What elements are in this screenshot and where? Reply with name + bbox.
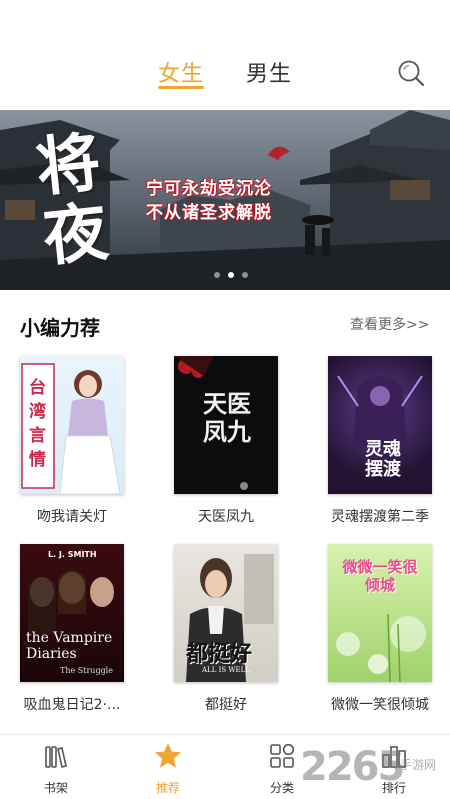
- search-icon: [398, 60, 425, 87]
- bookshelf-icon: [45, 746, 67, 768]
- nav-label: 推荐: [155, 781, 180, 795]
- category-grid-icon: [270, 743, 295, 768]
- book-title: 吸血鬼日记2·...: [23, 697, 121, 713]
- nav-recommend[interactable]: 推荐: [138, 741, 198, 796]
- tab-male[interactable]: 男生: [246, 56, 292, 88]
- cover-subtitle: The Struggle: [60, 666, 113, 675]
- cover-text: 微微一笑很倾城: [342, 558, 418, 594]
- see-more-link[interactable]: 查看更多>>: [350, 314, 429, 334]
- cover-text: 都挺好: [186, 641, 253, 667]
- cover-text: the Vampire Diaries: [26, 630, 113, 662]
- book-title: 都挺好: [205, 697, 247, 713]
- banner-tagline-2: 不从诸圣求解脱: [146, 203, 272, 223]
- cover-text: 灵魂摆渡: [365, 439, 401, 480]
- promo-banner[interactable]: 将夜 宁可永劫受沉沦 不从诸圣求解脱: [0, 110, 450, 290]
- banner-pagination: [214, 272, 248, 278]
- nav-category[interactable]: 分类: [252, 741, 312, 796]
- banner-dot[interactable]: [214, 272, 220, 278]
- star-icon: [155, 743, 181, 768]
- book-cover[interactable]: 天医凤九: [174, 356, 278, 494]
- book-title: 灵魂摆渡第二季: [331, 509, 429, 525]
- book-title: 天医凤九: [198, 509, 254, 525]
- bottom-navigation: 书架 推荐 分类 排行: [0, 734, 450, 799]
- active-tab-indicator: [158, 86, 204, 89]
- cover-author: L. J. SMITH: [48, 550, 97, 559]
- cover-subtitle: ALL IS WELL: [202, 666, 250, 674]
- section-title: 小编力荐: [20, 316, 100, 340]
- top-header: 女生 男生: [0, 0, 450, 108]
- book-cover[interactable]: 灵魂摆渡: [328, 356, 432, 494]
- banner-tagline-1: 宁可永劫受沉沦: [146, 179, 272, 199]
- book-cover[interactable]: 都挺好 ALL IS WELL: [174, 544, 278, 682]
- nav-ranking[interactable]: 排行: [364, 741, 424, 796]
- search-button[interactable]: [396, 58, 426, 88]
- banner-title: 将夜: [32, 124, 112, 276]
- nav-label: 书架: [43, 781, 68, 795]
- cover-text: 台湾言情: [29, 378, 46, 470]
- book-title: 微微一笑很倾城: [331, 697, 429, 713]
- book-title: 吻我请关灯: [37, 509, 107, 525]
- nav-label: 排行: [381, 781, 406, 795]
- cover-text: 天医凤九: [203, 389, 251, 446]
- book-cover[interactable]: 台湾言情: [20, 356, 124, 494]
- nav-bookshelf[interactable]: 书架: [26, 741, 86, 796]
- banner-dot-active[interactable]: [228, 272, 234, 278]
- nav-label: 分类: [269, 781, 294, 795]
- ranking-icon: [382, 746, 406, 768]
- book-cover[interactable]: 微微一笑很倾城: [328, 544, 432, 682]
- book-cover[interactable]: L. J. SMITH the Vampire Diaries The Stru…: [20, 544, 124, 682]
- banner-dot[interactable]: [242, 272, 248, 278]
- tab-female[interactable]: 女生: [158, 56, 204, 88]
